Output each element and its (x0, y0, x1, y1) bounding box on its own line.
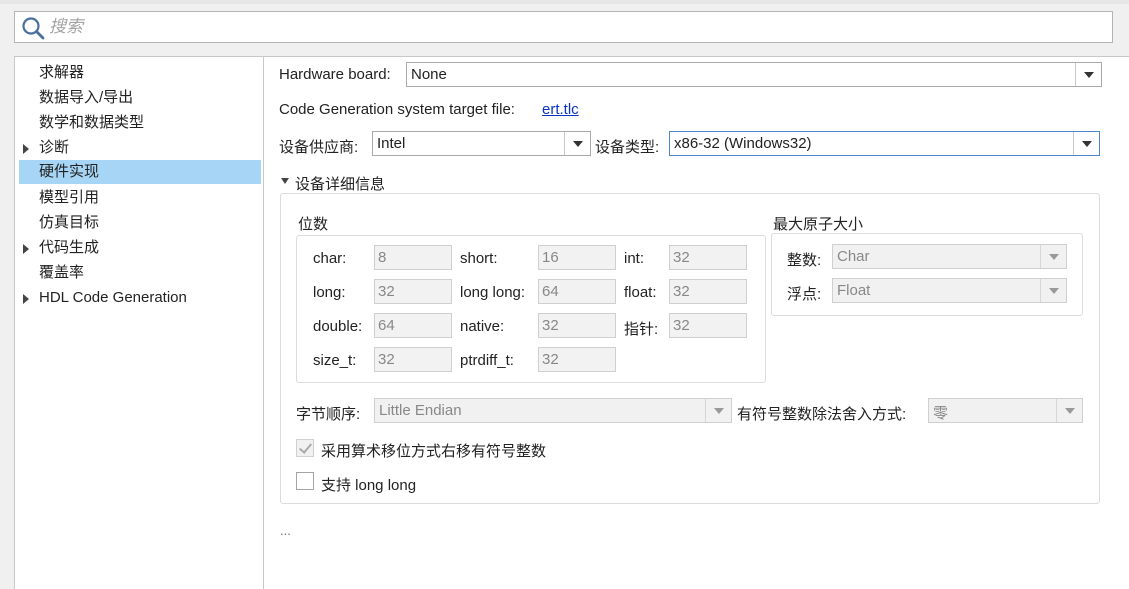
signed-division-rounding-dropdown[interactable]: 零 (928, 398, 1083, 423)
chevron-down-icon[interactable] (1073, 132, 1099, 155)
tree-item-model-referencing[interactable]: 模型引用 (19, 186, 261, 210)
device-type-dropdown[interactable]: x86-32 (Windows32) (669, 131, 1100, 156)
bits-float-label: float: (624, 284, 657, 301)
tree-item-hdl-code-generation[interactable]: HDL Code Generation (19, 286, 261, 310)
arithmetic-shift-label: 采用算术移位方式右移有符号整数 (321, 443, 547, 460)
tree-item-label: 数学和数据类型 (39, 114, 145, 131)
tree-item-label: 诊断 (39, 139, 70, 156)
expand-arrow-icon[interactable] (23, 144, 29, 154)
bits-long-label: long: (313, 284, 346, 301)
tree-item-label: 硬件实现 (39, 163, 100, 180)
atomic-integer-value: Char (837, 248, 870, 265)
target-file-link[interactable]: ert.tlc (542, 101, 579, 118)
bits-long-long-field: 64 (538, 279, 616, 304)
chevron-down-icon[interactable] (1075, 63, 1101, 86)
atomic-float-label: 浮点: (787, 286, 822, 303)
tree-item-label: 覆盖率 (39, 264, 85, 281)
bits-size-t-field: 32 (374, 347, 452, 372)
search-input[interactable] (49, 15, 1099, 39)
bits-ptrdiff-t-label: ptrdiff_t: (460, 352, 514, 369)
search-box[interactable] (14, 11, 1113, 43)
device-type-label: 设备类型: (595, 139, 660, 156)
tree-item-math-data-types[interactable]: 数学和数据类型 (19, 111, 261, 135)
tree-item-code-generation[interactable]: 代码生成 (19, 236, 261, 260)
device-type-value: x86-32 (Windows32) (674, 135, 812, 152)
hardware-board-value: None (411, 66, 447, 83)
tree-item-diagnostics[interactable]: 诊断 (19, 136, 261, 160)
device-vendor-value: Intel (377, 135, 406, 152)
chevron-down-icon[interactable] (1040, 245, 1066, 268)
device-vendor-dropdown[interactable]: Intel (372, 131, 591, 156)
tree-item-label: 模型引用 (39, 189, 100, 206)
target-file-label: Code Generation system target file: (279, 101, 515, 118)
bits-short-label: short: (460, 250, 498, 267)
collapse-arrow-icon[interactable] (281, 178, 289, 184)
tree-item-simulation-target[interactable]: 仿真目标 (19, 211, 261, 235)
byte-order-label: 字节顺序: (296, 406, 361, 423)
chevron-down-icon[interactable] (564, 132, 590, 155)
bits-float-field: 32 (669, 279, 747, 304)
atomic-integer-label: 整数: (787, 252, 822, 269)
expand-arrow-icon[interactable] (23, 244, 29, 254)
bits-size-t-label: size_t: (313, 352, 357, 369)
expand-arrow-icon[interactable] (23, 294, 29, 304)
tree-item-coverage[interactable]: 覆盖率 (19, 261, 261, 285)
tree-item-data-import-export[interactable]: 数据导入/导出 (19, 86, 261, 110)
tree-item-label: 求解器 (39, 64, 85, 81)
chevron-down-icon[interactable] (1040, 279, 1066, 302)
bits-pointer-field: 32 (669, 313, 747, 338)
bits-native-label: native: (460, 318, 505, 335)
tree-item-label: 数据导入/导出 (39, 89, 134, 106)
byte-order-dropdown[interactable]: Little Endian (374, 398, 732, 423)
arithmetic-shift-checkbox[interactable] (296, 439, 314, 457)
bits-double-field: 64 (374, 313, 452, 338)
search-icon (22, 17, 45, 40)
bits-char-label: char: (313, 250, 347, 267)
tree-item-label: HDL Code Generation (39, 289, 187, 306)
bits-pointer-label: 指针: (624, 321, 659, 338)
hardware-board-dropdown[interactable]: None (406, 62, 1102, 87)
signed-division-rounding-value: 零 (933, 405, 949, 422)
bits-long-long-label: long long: (460, 284, 526, 301)
category-tree: 求解器 数据导入/导出 数学和数据类型 诊断 硬件实现 模型引用 仿真目标 代码… (14, 56, 264, 589)
device-vendor-label: 设备供应商: (279, 139, 359, 156)
tree-item-label: 代码生成 (39, 239, 100, 256)
more-ellipsis: ... (280, 523, 291, 538)
bits-int-label: int: (624, 250, 645, 267)
bits-native-field: 32 (538, 313, 616, 338)
tree-item-label: 仿真目标 (39, 214, 100, 231)
window-top-edge (0, 0, 1129, 4)
device-details-toggle[interactable]: 设备详细信息 (295, 173, 385, 194)
signed-division-rounding-label: 有符号整数除法舍入方式: (737, 406, 907, 423)
byte-order-value: Little Endian (379, 402, 462, 419)
bits-long-field: 32 (374, 279, 452, 304)
chevron-down-icon[interactable] (1056, 399, 1082, 422)
bits-ptrdiff-t-field: 32 (538, 347, 616, 372)
atomic-float-value: Float (837, 282, 871, 299)
tree-item-solver[interactable]: 求解器 (19, 61, 261, 85)
bits-double-label: double: (313, 318, 363, 335)
atomic-integer-dropdown[interactable]: Char (832, 244, 1067, 269)
support-long-long-checkbox[interactable] (296, 472, 314, 490)
settings-panel: Hardware board: None Code Generation sys… (263, 56, 1129, 589)
bits-int-field: 32 (669, 245, 747, 270)
chevron-down-icon[interactable] (705, 399, 731, 422)
support-long-long-label: 支持 long long (321, 477, 417, 494)
number-of-bits-title: 位数 (298, 216, 329, 233)
tree-item-hardware-implementation[interactable]: 硬件实现 (19, 160, 261, 184)
atomic-float-dropdown[interactable]: Float (832, 278, 1067, 303)
hardware-board-label: Hardware board: (279, 66, 391, 83)
bits-char-field: 8 (374, 245, 452, 270)
bits-short-field: 16 (538, 245, 616, 270)
largest-atomic-size-title: 最大原子大小 (773, 216, 864, 233)
